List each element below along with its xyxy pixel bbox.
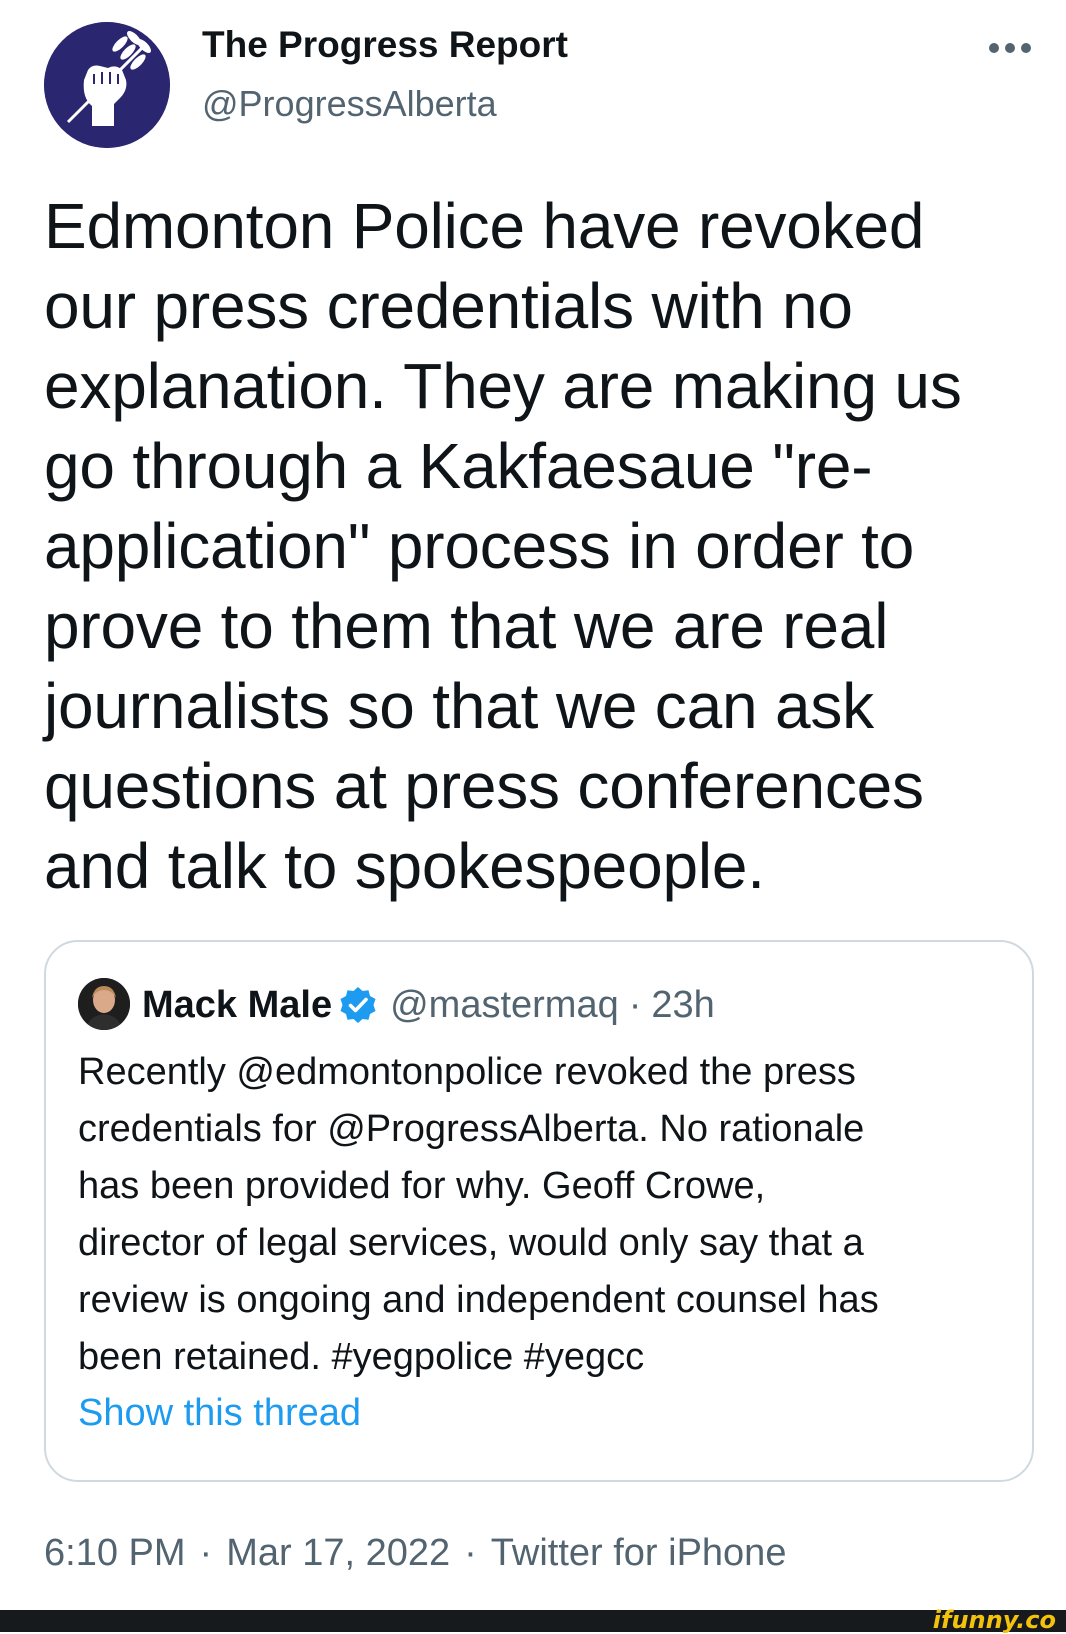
raised-fist-wheat-icon <box>44 22 170 148</box>
quoted-avatar[interactable] <box>78 978 130 1030</box>
quoted-tweet[interactable]: Mack Male @mastermaq · 23h Recently @edm… <box>44 940 1034 1482</box>
verified-badge-icon <box>338 985 378 1025</box>
display-name[interactable]: The Progress Report <box>202 24 568 66</box>
tweet-text: Edmonton Police have revoked our press c… <box>44 190 962 902</box>
quoted-timestamp[interactable]: 23h <box>651 984 714 1027</box>
tweet: The Progress Report @ProgressAlberta Edm… <box>0 0 1066 1610</box>
quoted-display-name[interactable]: Mack Male <box>142 984 332 1027</box>
ifunny-watermark: ifunny.co <box>932 1606 1056 1634</box>
tweet-date[interactable]: Mar 17, 2022 <box>226 1532 450 1575</box>
watermark-bar <box>0 1610 1066 1632</box>
profile-avatar[interactable] <box>44 22 170 148</box>
ellipsis-icon[interactable] <box>984 30 1036 66</box>
quoted-text: Recently @edmontonpolice revoked the pre… <box>78 1051 879 1378</box>
user-handle[interactable]: @ProgressAlberta <box>202 83 497 125</box>
tweet-time[interactable]: 6:10 PM <box>44 1532 186 1575</box>
meta-separator: · <box>199 1532 213 1574</box>
tweet-meta: 6:10 PM · Mar 17, 2022 · Twitter for iPh… <box>44 1532 786 1575</box>
meta-separator: · <box>464 1532 477 1574</box>
tweet-source[interactable]: Twitter for iPhone <box>491 1532 787 1575</box>
show-thread-link[interactable]: Show this thread <box>78 1392 361 1435</box>
quoted-separator: · <box>628 983 642 1026</box>
quoted-header: Mack Male @mastermaq · 23h <box>142 978 715 1032</box>
quoted-handle[interactable]: @mastermaq <box>390 984 619 1027</box>
